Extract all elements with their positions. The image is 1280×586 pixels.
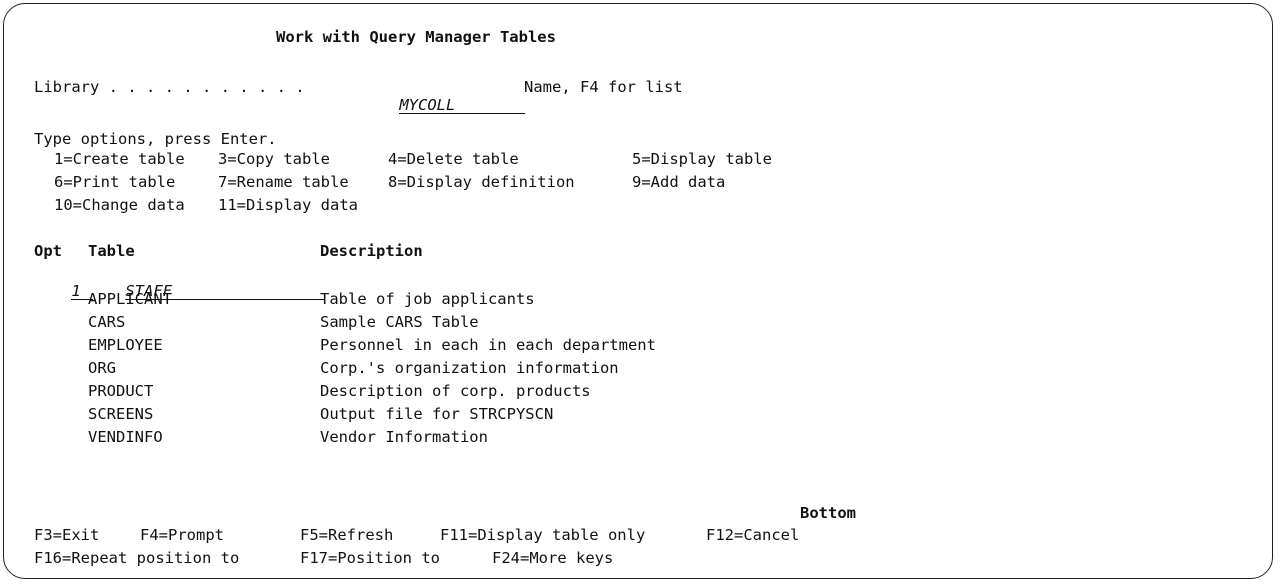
library-hint: Name, F4 for list — [524, 78, 683, 96]
column-header-opt: Opt — [34, 242, 62, 260]
library-input[interactable]: MYCOLL — [362, 78, 526, 132]
table-description: Output file for STRCPYSCN — [320, 405, 554, 423]
terminal-screen: Work with Query Manager Tables Library .… — [3, 3, 1273, 579]
table-description: Table of job applicants — [320, 290, 535, 308]
key-display-table-only[interactable]: F11=Display table only — [440, 526, 645, 544]
screen-title: Work with Query Manager Tables — [276, 28, 556, 46]
column-header-table: Table — [88, 242, 135, 260]
option-rename-table: 7=Rename table — [218, 173, 349, 191]
column-header-description: Description — [320, 242, 423, 260]
table-name: CARS — [88, 313, 126, 331]
option-create-table: 1=Create table — [54, 150, 185, 168]
opt-input[interactable]: 1 — [34, 264, 94, 318]
key-more-keys[interactable]: F24=More keys — [492, 549, 613, 567]
option-display-definition: 8=Display definition — [388, 173, 575, 191]
more-indicator: Bottom — [800, 504, 856, 522]
table-name: EMPLOYEE — [88, 336, 163, 354]
table-description: Description of corp. products — [320, 382, 591, 400]
option-display-data: 11=Display data — [218, 196, 358, 214]
table-name: PRODUCT — [88, 382, 154, 400]
option-add-data: 9=Add data — [632, 173, 726, 191]
key-refresh[interactable]: F5=Refresh — [300, 526, 393, 544]
key-repeat-position-to[interactable]: F16=Repeat position to — [34, 549, 239, 567]
key-exit[interactable]: F3=Exit — [34, 526, 99, 544]
table-name: ORG — [88, 359, 116, 377]
table-name: APPLICANT — [88, 290, 172, 308]
table-description: Corp.'s organization information — [320, 359, 619, 377]
option-display-table: 5=Display table — [632, 150, 772, 168]
table-description: Personnel in each in each department — [320, 336, 656, 354]
option-copy-table: 3=Copy table — [218, 150, 330, 168]
table-description: Sample CARS Table — [320, 313, 479, 331]
option-delete-table: 4=Delete table — [388, 150, 519, 168]
key-position-to[interactable]: F17=Position to — [300, 549, 440, 567]
instructions: Type options, press Enter. — [34, 130, 277, 148]
table-name: SCREENS — [88, 405, 154, 423]
key-cancel[interactable]: F12=Cancel — [706, 526, 799, 544]
key-prompt[interactable]: F4=Prompt — [140, 526, 224, 544]
opt-input-value: 1 — [71, 282, 81, 300]
option-change-data: 10=Change data — [54, 196, 185, 214]
library-value: MYCOLL — [399, 96, 456, 114]
table-description: Vendor Information — [320, 428, 488, 446]
library-label: Library . . . . . . . . . . . — [34, 78, 305, 96]
table-name: VENDINFO — [88, 428, 163, 446]
option-print-table: 6=Print table — [54, 173, 176, 191]
